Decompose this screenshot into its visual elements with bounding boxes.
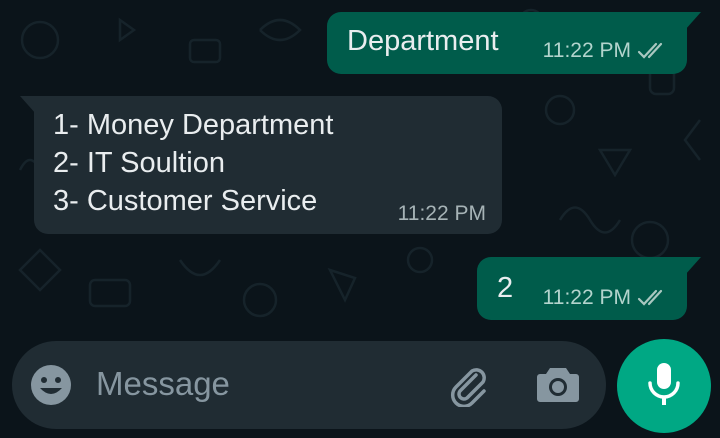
message-text: 2: [497, 272, 514, 304]
attach-icon[interactable]: [446, 363, 490, 412]
message-meta: 11:22 PM: [543, 286, 667, 310]
emoji-icon[interactable]: [30, 364, 72, 411]
message-meta: 11:22 PM: [398, 202, 486, 226]
outgoing-message-bubble[interactable]: 2 11:22 PM: [477, 257, 701, 320]
double-check-icon: [637, 42, 667, 60]
message-text: 1- Money Department 2- IT Soultion 3- Cu…: [53, 109, 334, 217]
bubble-tail: [20, 96, 36, 114]
mic-icon: [646, 361, 682, 412]
voice-record-button[interactable]: [617, 339, 711, 433]
incoming-message-bubble[interactable]: 1- Money Department 2- IT Soultion 3- Cu…: [20, 96, 502, 234]
camera-icon[interactable]: [536, 364, 580, 409]
outgoing-message-bubble[interactable]: Department 11:22 PM: [327, 12, 701, 74]
bubble-tail: [685, 12, 701, 30]
double-check-icon: [637, 289, 667, 307]
message-text: Department: [347, 25, 499, 57]
bubble-tail: [685, 257, 701, 275]
message-meta: 11:22 PM: [543, 39, 667, 63]
message-time: 11:22 PM: [397, 202, 486, 225]
message-time: 11:22 PM: [542, 286, 631, 309]
message-time: 11:22 PM: [542, 39, 631, 62]
message-composer: Message: [12, 341, 606, 429]
message-input[interactable]: Message: [96, 365, 230, 403]
